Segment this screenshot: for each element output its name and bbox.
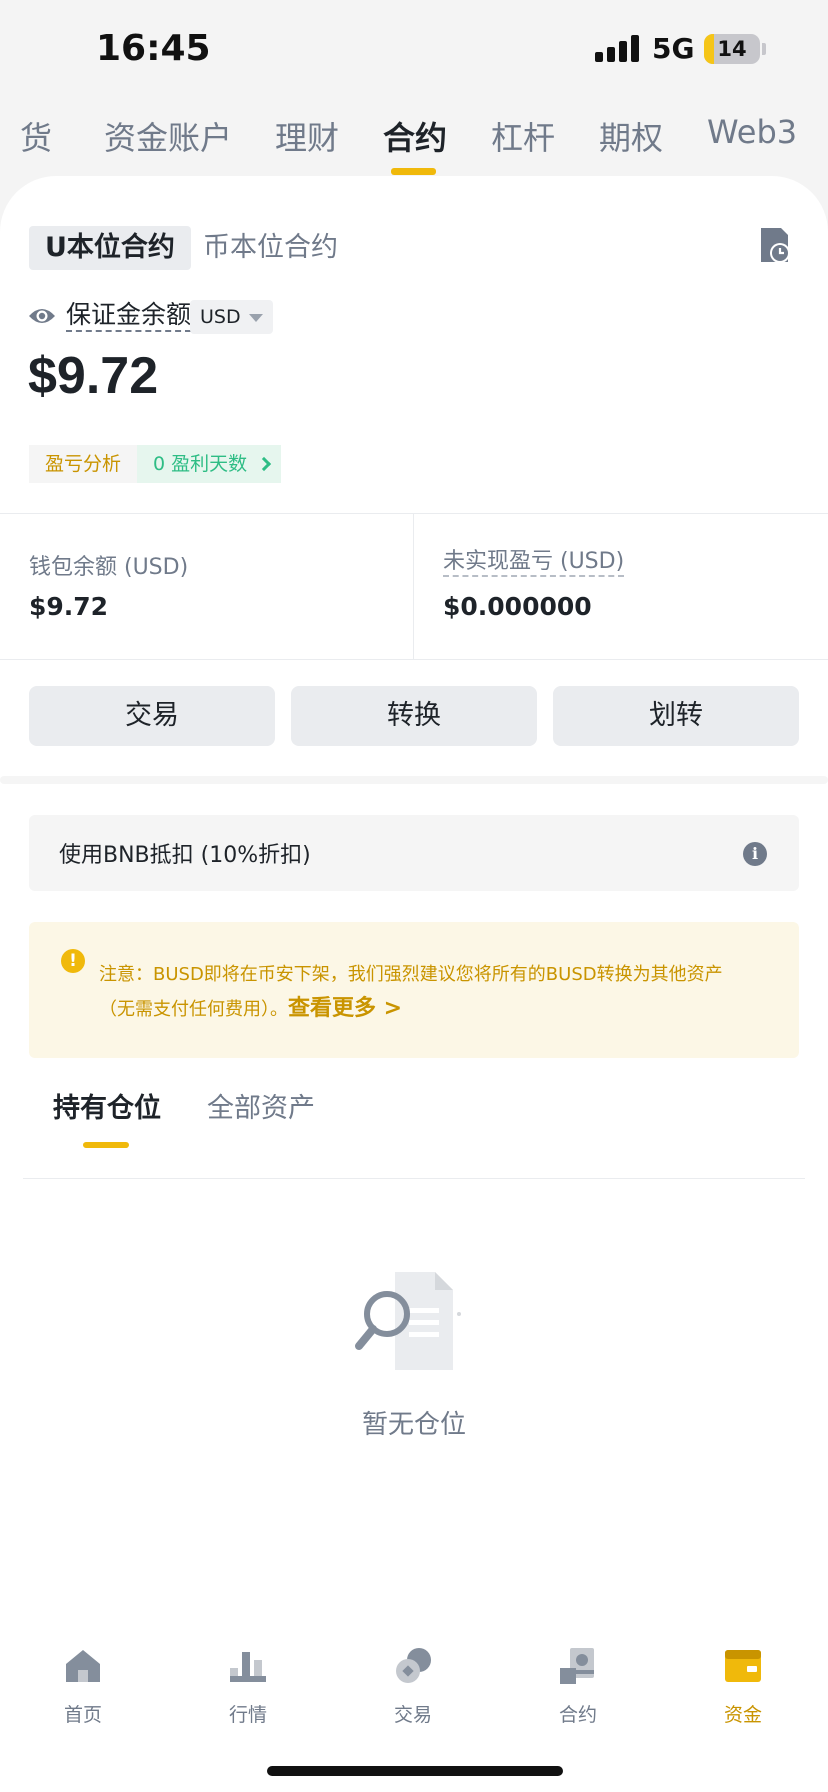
account-tabs: 货 资金账户 理财 合约 杠杆 期权 Web3 (0, 105, 828, 175)
unrealized-pnl-label[interactable]: 未实现盈亏 (USD) (443, 549, 625, 577)
battery-level: 14 (717, 37, 747, 61)
futures-account-card: U本位合约 币本位合约 保证金余额 USD $9.72 盈亏分析 0 盈利天数 … (0, 176, 828, 1616)
chevron-right-icon (257, 456, 272, 472)
profit-days-badge[interactable]: 0 盈利天数 (137, 445, 282, 483)
pnl-analysis[interactable]: 盈亏分析 0 盈利天数 (29, 445, 282, 483)
notice-text-continued: （无需支付任何费用）。查看更多 > (99, 990, 402, 1022)
tab-all-assets[interactable]: 全部资产 (207, 1086, 315, 1125)
home-indicator (267, 1766, 563, 1776)
empty-search-icon (355, 1272, 461, 1370)
view-more-link[interactable]: 查看更多 > (288, 996, 402, 1021)
transfer-button[interactable]: 划转 (553, 686, 799, 746)
bar-chart-icon (230, 1652, 266, 1682)
trade-button[interactable]: 交易 (29, 686, 275, 746)
nav-futures[interactable]: 合约 (523, 1646, 633, 1727)
bnb-discount-label: 使用BNB抵扣 (10%折扣) (59, 843, 311, 868)
coinm-futures-toggle[interactable]: 币本位合约 (187, 226, 354, 270)
nav-trade-label: 交易 (393, 1704, 432, 1726)
nav-home[interactable]: 首页 (28, 1646, 138, 1727)
currency-select[interactable]: USD (190, 300, 273, 334)
caret-down-icon (248, 313, 263, 322)
divider (0, 513, 828, 514)
tab-margin[interactable]: 杠杆 (491, 113, 555, 159)
tab-earn[interactable]: 理财 (275, 113, 339, 159)
cellular-signal-icon (595, 34, 639, 62)
network-type: 5G (652, 32, 695, 65)
section-separator (0, 776, 828, 784)
nav-futures-label: 合约 (558, 1704, 597, 1726)
active-tab-indicator (391, 168, 436, 175)
tab-funding[interactable]: 资金账户 (104, 113, 232, 159)
wallet-icon (725, 1650, 761, 1682)
battery-icon: 14 (704, 34, 760, 64)
divider (23, 1178, 805, 1179)
bnb-discount-row[interactable]: 使用BNB抵扣 (10%折扣) i (29, 815, 799, 891)
nav-markets[interactable]: 行情 (193, 1646, 303, 1727)
trade-coins-icon (396, 1648, 431, 1683)
futures-icon (560, 1648, 594, 1684)
pnl-analysis-label: 盈亏分析 (29, 445, 138, 483)
currency-value: USD (200, 306, 241, 328)
notice-text: 注意：BUSD即将在币安下架，我们强烈建议您将所有的BUSD转换为其他资产 (99, 964, 723, 985)
tab-options[interactable]: 期权 (599, 113, 663, 159)
nav-wallet-label: 资金 (723, 1704, 762, 1726)
notice-text-tail: （无需支付任何费用）。 (99, 999, 288, 1020)
nav-wallet[interactable]: 资金 (688, 1646, 798, 1727)
nav-trade[interactable]: 交易 (358, 1646, 468, 1727)
status-bar: 16:45 5G 14 (0, 0, 828, 100)
profit-days-text: 0 盈利天数 (153, 453, 248, 475)
wallet-balance-label: 钱包余额 (USD) (29, 555, 189, 580)
unrealized-pnl-value: $0.000000 (443, 592, 592, 621)
divider (413, 513, 414, 659)
empty-state-text: 暂无仓位 (361, 1410, 466, 1440)
tab-web3[interactable]: Web3 (707, 113, 797, 151)
divider (0, 659, 828, 660)
tab-positions[interactable]: 持有仓位 (53, 1086, 161, 1125)
nav-markets-label: 行情 (228, 1704, 267, 1726)
bottom-nav: 首页 行情 交易 合约 资金 (0, 1616, 828, 1792)
status-time: 16:45 (96, 28, 211, 69)
tab-spot[interactable]: 货 (20, 113, 52, 159)
active-subtab-indicator (83, 1142, 129, 1148)
warning-icon: ! (61, 949, 85, 973)
home-icon (66, 1650, 100, 1682)
margin-balance-value: $9.72 (28, 347, 159, 405)
info-icon[interactable]: i (743, 842, 767, 866)
wallet-balance-value: $9.72 (29, 592, 109, 621)
nav-home-label: 首页 (63, 1704, 102, 1726)
usdm-futures-toggle[interactable]: U本位合约 (29, 226, 191, 270)
tab-futures[interactable]: 合约 (383, 113, 447, 159)
convert-button[interactable]: 转换 (291, 686, 537, 746)
margin-balance-label[interactable]: 保证金余额 (66, 300, 192, 332)
history-icon[interactable] (758, 226, 792, 264)
busd-delisting-notice: ! 注意：BUSD即将在币安下架，我们强烈建议您将所有的BUSD转换为其他资产 … (29, 922, 799, 1058)
eye-icon[interactable] (28, 306, 56, 326)
